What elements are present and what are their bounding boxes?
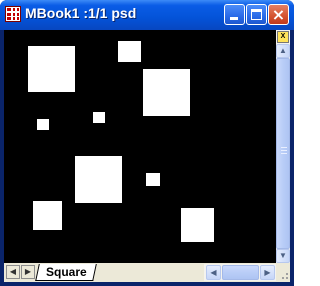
- sheet-tab-label[interactable]: Square: [46, 265, 87, 279]
- white-square: [37, 119, 49, 130]
- scroll-down-arrow-icon[interactable]: ▼: [276, 249, 290, 263]
- vertical-scrollbar[interactable]: X ▲ ▼: [276, 30, 290, 263]
- title-bar[interactable]: MBook1 :1/1 psd ×: [0, 0, 294, 30]
- maximize-icon: [251, 9, 262, 20]
- white-square: [93, 112, 105, 123]
- maximize-button[interactable]: [246, 4, 267, 25]
- minimize-icon: [230, 17, 238, 20]
- vertical-scroll-thumb[interactable]: [276, 58, 290, 249]
- window-title: MBook1 :1/1 psd: [25, 5, 137, 21]
- white-square: [33, 201, 62, 230]
- matrix-book-window: MBook1 :1/1 psd × X ▲ ▼ ◀ ▶ Square ◀ ▶: [0, 0, 294, 286]
- close-button[interactable]: ×: [268, 4, 289, 25]
- matrix-client-area: X ▲ ▼ ◀ ▶ Square ◀ ▶: [4, 30, 290, 282]
- horizontal-scrollbar[interactable]: ◀ ▶: [204, 264, 276, 281]
- resize-grip-icon[interactable]: [276, 263, 290, 282]
- scroll-right-arrow-icon[interactable]: ▶: [260, 265, 275, 280]
- close-icon: ×: [271, 5, 286, 24]
- matrix-book-icon[interactable]: [5, 6, 21, 22]
- white-square: [75, 156, 122, 203]
- next-sheet-icon[interactable]: ▶: [21, 265, 35, 279]
- matrix-tool-icon[interactable]: X: [277, 31, 289, 43]
- sheet-tab-bar: ◀ ▶ Square ◀ ▶: [4, 263, 290, 282]
- white-square: [143, 69, 190, 116]
- white-square: [146, 173, 160, 186]
- scroll-up-arrow-icon[interactable]: ▲: [276, 44, 290, 58]
- white-square: [118, 41, 141, 62]
- previous-sheet-icon[interactable]: ◀: [6, 265, 20, 279]
- scroll-left-arrow-icon[interactable]: ◀: [206, 265, 221, 280]
- white-square: [28, 46, 75, 92]
- minimize-button[interactable]: [224, 4, 245, 25]
- horizontal-scroll-thumb[interactable]: [222, 265, 259, 280]
- white-square: [181, 208, 214, 242]
- matrix-image-view[interactable]: [4, 30, 276, 263]
